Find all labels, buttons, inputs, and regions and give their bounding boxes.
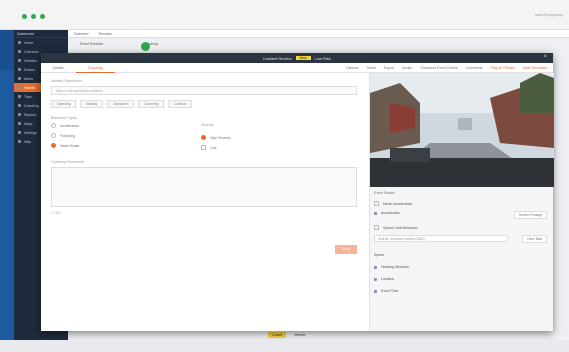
event-row: Speed Limit Breached [374, 225, 417, 230]
main-tabs: Overview Reviews [68, 30, 569, 38]
dashcam-image[interactable] [370, 73, 554, 187]
tab-overview[interactable]: Overview [74, 32, 89, 36]
sidebar-header: Dashboard [14, 30, 68, 38]
description-label: Incident Description [51, 79, 82, 83]
nav-icon [18, 122, 21, 125]
action-dismiss[interactable]: Dismiss [346, 66, 358, 70]
nav-icon [18, 50, 21, 53]
chip[interactable]: Distraction [107, 100, 135, 108]
sidebar-item[interactable]: Home [14, 38, 68, 47]
user-label[interactable]: user@company [535, 12, 563, 17]
severity-label: Severity [201, 123, 214, 127]
table-row[interactable]: Coach Vehicle [268, 332, 305, 338]
event-section-label: Event Details [374, 191, 395, 195]
comments-label: Coaching Comments [51, 160, 84, 164]
clock-icon [374, 289, 377, 293]
radio-icon[interactable] [51, 133, 56, 138]
option[interactable]: Harsh Brake [51, 143, 161, 148]
action-mark-reviewed[interactable]: Mark Reviewed [523, 66, 547, 70]
option[interactable]: Following [51, 133, 161, 138]
radio-icon[interactable] [51, 123, 56, 128]
nav-icon [18, 77, 21, 80]
tab-details[interactable]: Details [41, 63, 76, 73]
comments-textarea[interactable] [51, 167, 357, 207]
action-assign[interactable]: Assign [402, 66, 413, 70]
option[interactable]: Acceleration [51, 123, 161, 128]
nav-icon [18, 104, 21, 107]
dot-icon[interactable] [40, 14, 45, 19]
modal-title-suffix: Low Risk [314, 55, 331, 61]
review-footage-button[interactable]: Review Footage [513, 211, 547, 219]
options-grid: Acceleration Following Harsh Brake Sever… [51, 123, 357, 150]
checkbox-icon[interactable] [374, 225, 379, 230]
nav-icon [18, 68, 21, 71]
checkbox-icon[interactable] [201, 145, 206, 150]
behaviour-chips: Speeding Braking Distraction Cornering C… [51, 100, 357, 108]
event-row: Heading Direction [374, 265, 409, 269]
action-comments[interactable]: Comments [466, 66, 483, 70]
nav-icon [18, 95, 21, 98]
event-row: Event Time [374, 289, 399, 293]
event-panel: Event Details Harsh Acceleration Acceler… [369, 73, 554, 331]
action-export[interactable]: Export [384, 66, 394, 70]
open-map-button[interactable]: Open Map [522, 235, 547, 243]
modal-tabs: Details Coaching Dismiss Share Export As… [41, 63, 553, 73]
action-download[interactable]: Download Event Details [420, 66, 457, 70]
modal-header: Incident Review New Low Risk × [41, 53, 553, 63]
dot-icon[interactable] [31, 14, 36, 19]
browser-top-bar: user@company [0, 0, 569, 30]
event-row: Acceleration [374, 211, 400, 215]
close-icon[interactable]: × [543, 54, 547, 60]
bottom-strip [0, 340, 569, 352]
alert-icon [374, 211, 377, 215]
char-count: 0 / 500 [51, 211, 61, 215]
nav-icon [18, 41, 21, 44]
options-col-1: Acceleration Following Harsh Brake [51, 123, 161, 150]
status-icon [141, 42, 150, 51]
vehicle-field[interactable]: Vehicle: Unknown Vehicle (AB12) [374, 235, 508, 242]
save-button[interactable]: Save [335, 245, 357, 254]
window-dots [22, 14, 45, 19]
modal-title: Incident Review [263, 55, 292, 61]
sub-left-label[interactable]: Event Reviews [80, 42, 103, 46]
chip[interactable]: Braking [80, 100, 104, 108]
chip[interactable]: Speeding [51, 100, 77, 108]
event-row: Harsh Acceleration [374, 201, 412, 206]
tab-coaching[interactable]: Coaching [75, 63, 115, 73]
description-input[interactable]: Add a note about this incident [51, 86, 357, 95]
options-label: Behaviour Types [51, 116, 78, 120]
option[interactable]: Low [201, 145, 311, 150]
radio-icon[interactable] [201, 135, 206, 140]
options-col-2: Severity High Severity Low [201, 123, 311, 150]
tab-reviews[interactable]: Reviews [99, 32, 112, 36]
chip[interactable]: Collision [168, 100, 193, 108]
action-share[interactable]: Share [366, 66, 375, 70]
nav-icon [18, 86, 21, 89]
modal-actions: Dismiss Share Export Assign Download Eve… [346, 66, 553, 70]
dashcam-scene [370, 73, 554, 187]
status-badge: Coach [268, 332, 287, 338]
direction-icon [374, 265, 377, 269]
review-modal: Incident Review New Low Risk × Details C… [41, 53, 554, 331]
event-row: Speed [374, 253, 385, 257]
option[interactable]: High Severity [201, 135, 311, 140]
nav-icon [18, 113, 21, 116]
nav-icon [18, 131, 21, 134]
coaching-form: Incident Description Add a note about th… [41, 73, 367, 331]
dot-icon[interactable] [22, 14, 27, 19]
location-icon [374, 277, 377, 281]
nav-icon [18, 140, 21, 143]
chip[interactable]: Cornering [138, 100, 165, 108]
status-badge: New [295, 56, 311, 60]
nav-icon [18, 59, 21, 62]
radio-icon[interactable] [51, 143, 56, 148]
action-flag[interactable]: Flag for Review [491, 66, 515, 70]
checkbox-icon[interactable] [374, 201, 379, 206]
event-row: Location [374, 277, 394, 281]
